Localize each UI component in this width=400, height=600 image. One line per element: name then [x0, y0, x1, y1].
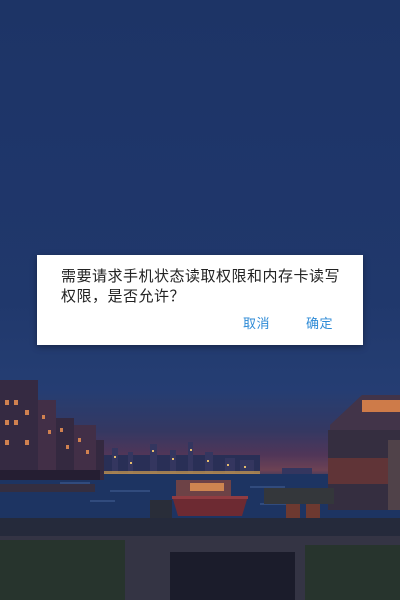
cancel-button[interactable]: 取消	[243, 316, 270, 334]
permission-dialog: 需要请求手机状态读取权限和内存卡读写权限，是否允许？ 取消 确定	[37, 255, 363, 345]
dialog-message: 需要请求手机状态读取权限和内存卡读写权限，是否允许？	[61, 267, 341, 305]
dialog-actions: 取消 确定	[243, 316, 333, 334]
confirm-button[interactable]: 确定	[306, 316, 333, 334]
